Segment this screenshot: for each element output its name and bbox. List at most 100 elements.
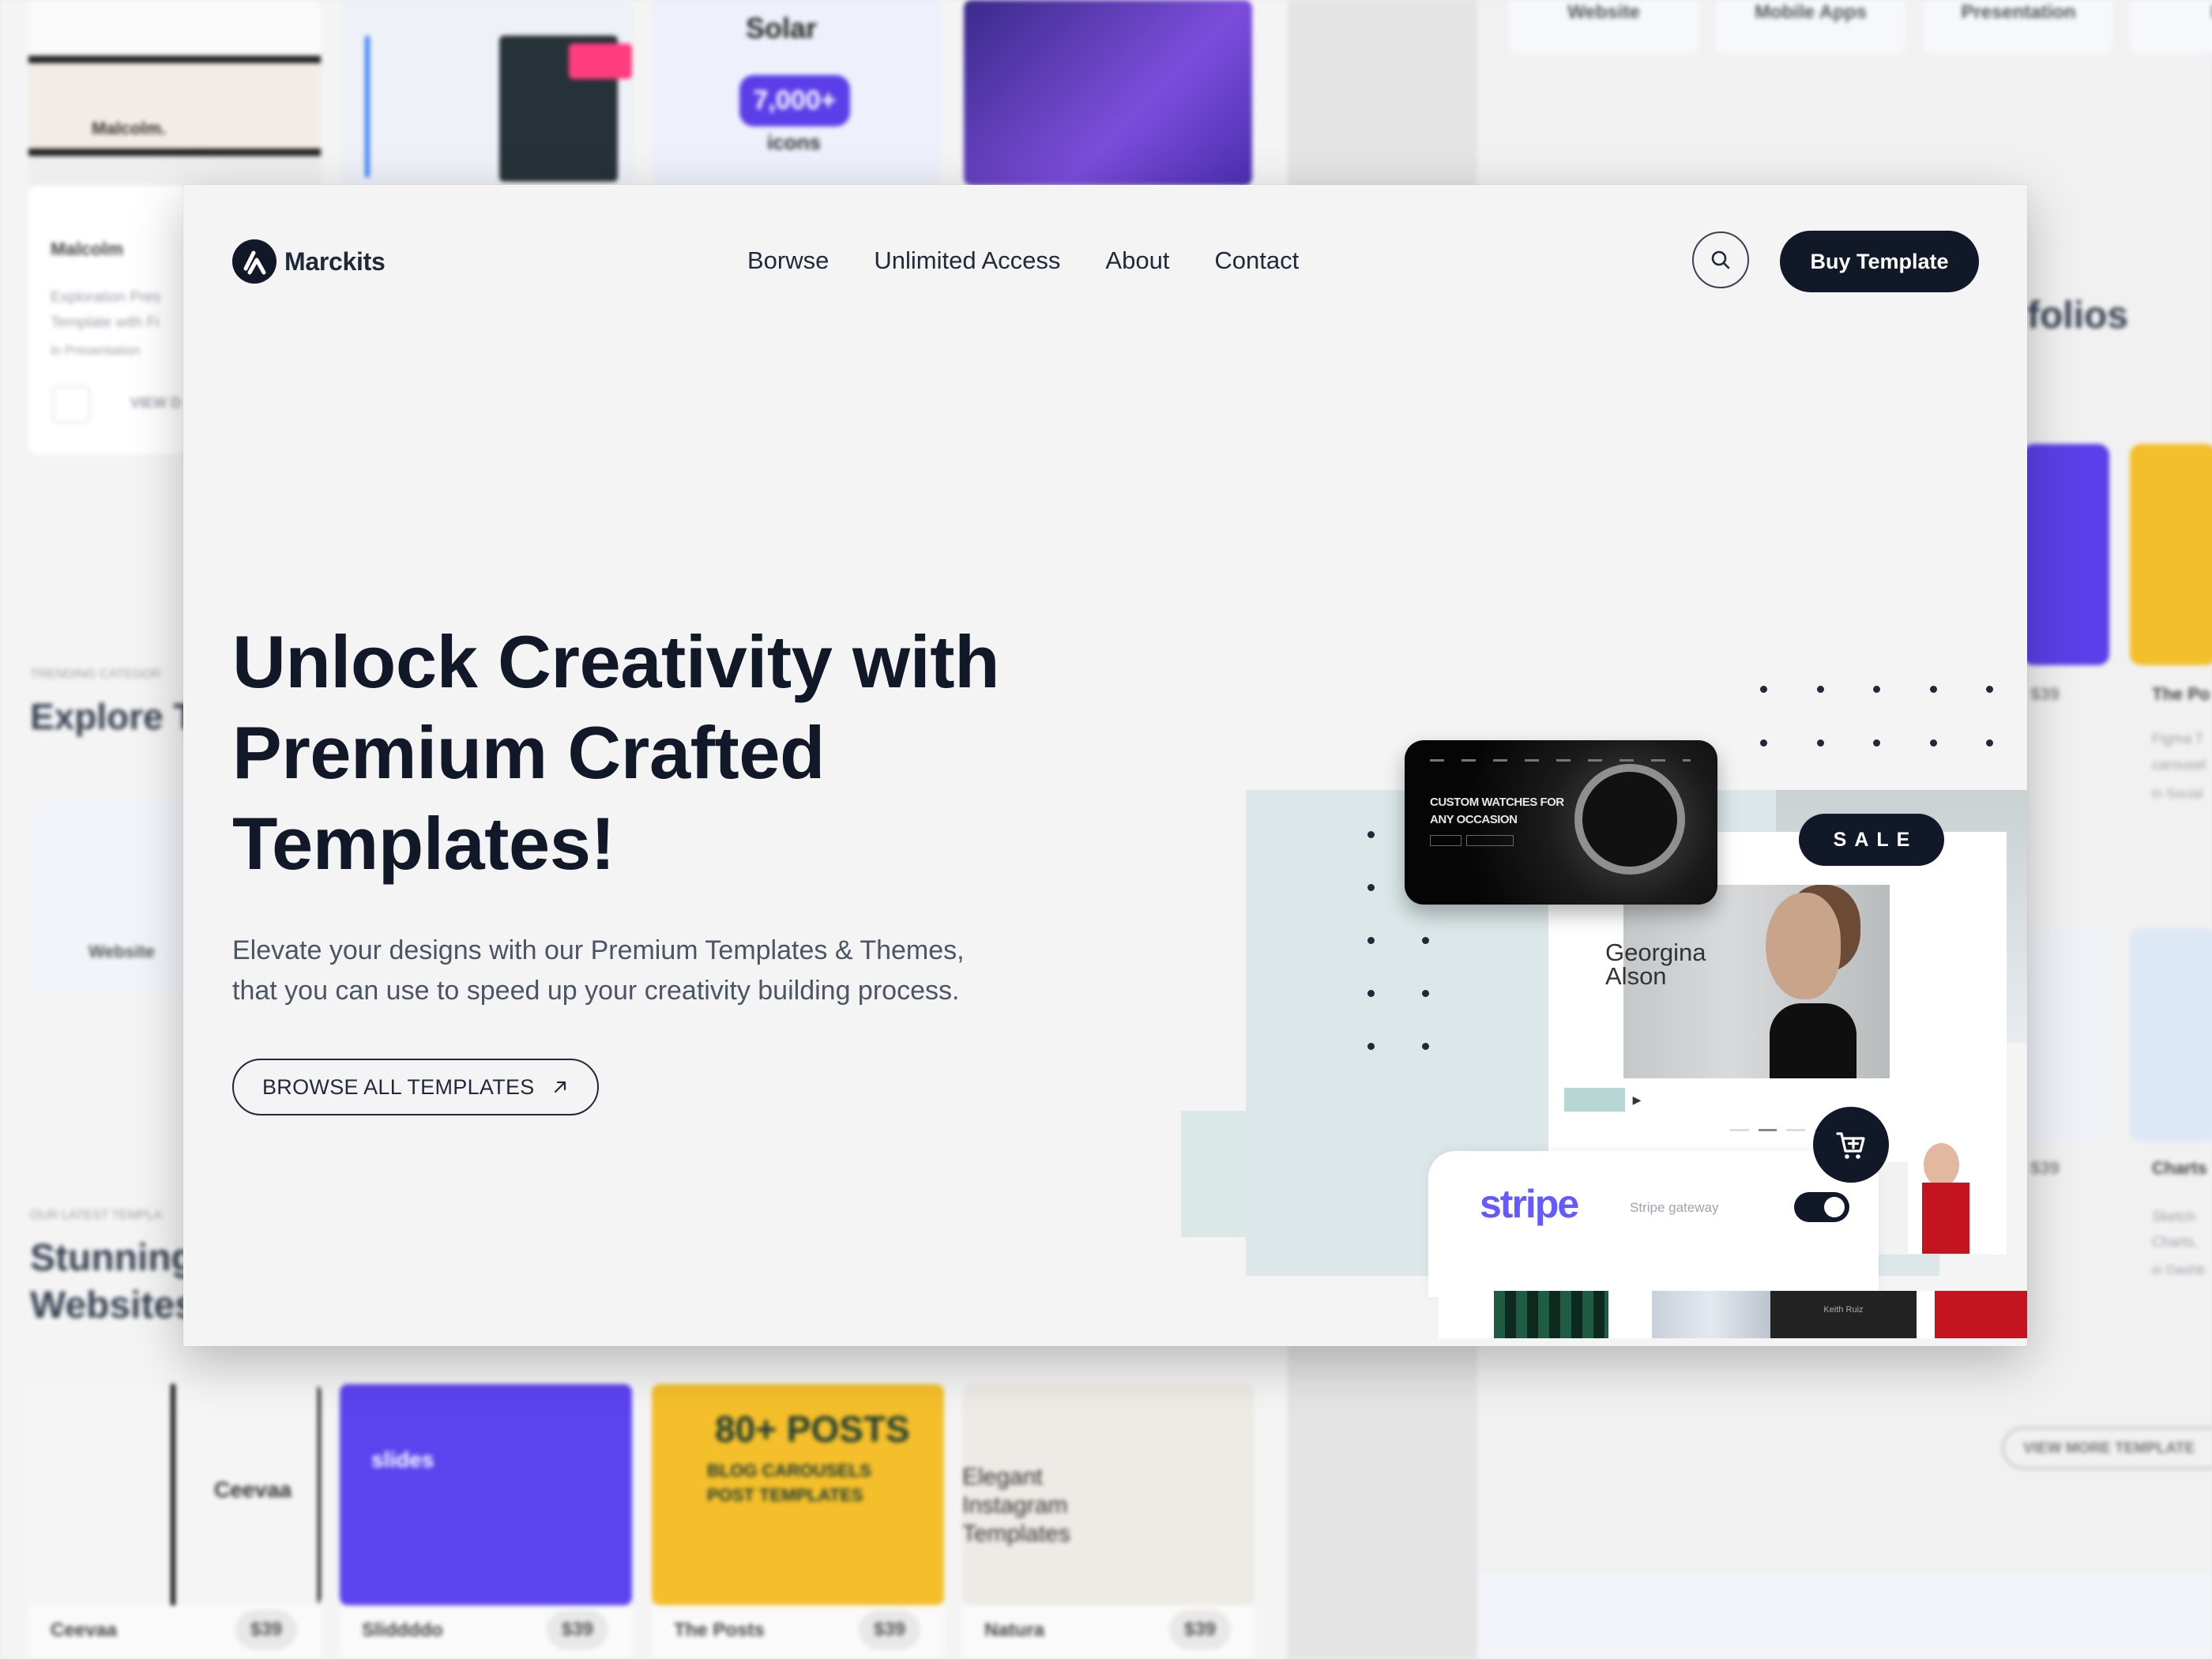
background-view-more-button: VIEW MORE TEMPLATE: [2002, 1427, 2212, 1469]
nav-links: Borwse Unlimited Access About Contact: [747, 246, 1299, 275]
watch-title-line: CUSTOM WATCHES FOR: [1430, 796, 1564, 809]
background-eyebrow: OUR LATEST TEMPLA: [30, 1209, 163, 1222]
hero-title-line: Templates!: [232, 802, 615, 885]
nav-link-contact[interactable]: Contact: [1214, 246, 1299, 275]
hero-subtitle: Elevate your designs with our Premium Te…: [232, 931, 1101, 1011]
background-heading: Explore T: [30, 696, 196, 737]
background-heading: folios: [2027, 295, 2128, 337]
background-card-desc: Template with Fi: [51, 314, 160, 331]
background-category-label: Website: [88, 942, 155, 961]
thumbnail-badge: 7,000+: [739, 75, 850, 126]
background-view-button: VIEW D: [130, 395, 182, 411]
thumbnail-mobile-app: [964, 0, 1252, 186]
stripe-toggle[interactable]: [1794, 1192, 1849, 1222]
nav-link-browse[interactable]: Borwse: [747, 246, 829, 275]
background-category-pill: Presentation: [1924, 0, 2113, 54]
product-strip: Keith Ruiz: [1439, 1291, 2027, 1338]
buy-template-button[interactable]: Buy Template: [1780, 231, 1979, 292]
product-thumb: [1652, 1291, 1770, 1338]
background-price: $39: [2030, 1158, 2060, 1178]
background-card-name: Sliddddo: [362, 1620, 443, 1641]
background-card-desc: Exploration Pres: [51, 289, 161, 306]
watch-site-card: CUSTOM WATCHES FOR ANY OCCASION: [1405, 740, 1717, 905]
watch-card-title: CUSTOM WATCHES FOR ANY OCCASION: [1430, 794, 1564, 829]
watch-card-nav: [1430, 759, 1691, 762]
thumbnail-solar-icons: Solar 7,000+ icons: [653, 0, 941, 186]
logo-mark-icon: [232, 239, 276, 284]
background-card-title: The Po: [2152, 684, 2210, 704]
cart-badge: [1813, 1107, 1889, 1183]
background-thumbnail-the-posts: 80+ POSTS BLOG CAROUSELS POST TEMPLATES: [652, 1384, 944, 1605]
hero-title-line: Unlock Creativity with: [232, 620, 1000, 703]
nav-link-about[interactable]: About: [1105, 246, 1169, 275]
sale-badge: SALE: [1799, 814, 1944, 866]
stripe-logo: stripe: [1480, 1182, 1579, 1226]
thumbnail-text: Elegant Instagram Templates: [962, 1464, 1070, 1547]
browse-button-label: BROWSE ALL TEMPLATES: [262, 1074, 535, 1099]
hero-subtitle-line: Elevate your designs with our Premium Te…: [232, 935, 965, 965]
stripe-gateway-card: stripe Stripe gateway: [1428, 1151, 1879, 1297]
background-footer: [1477, 1572, 2212, 1659]
background-category-pill: Website: [1509, 0, 1698, 54]
thumbnail-malcolm: Malcolm.: [28, 0, 321, 186]
pill-label: Mobile Apps: [1755, 2, 1867, 23]
thumbnail-text: Ceevaa: [214, 1477, 292, 1502]
thumbnail-text: Malcolm.: [92, 118, 167, 138]
background-price: $39: [2030, 684, 2060, 704]
background-card-category: in Social: [2152, 786, 2203, 801]
search-icon: [1711, 250, 1730, 269]
watch-title-line: ANY OCCASION: [1430, 813, 1518, 826]
background-price: $39: [547, 1610, 608, 1650]
background-category-pill: Ico: [2130, 0, 2212, 54]
thumbnail-text: 80+ POSTS: [715, 1409, 910, 1450]
background-eyebrow: TRENDING CATEGOR: [30, 668, 161, 681]
model-name-line: Alson: [1605, 962, 1667, 990]
background-card-footer: Ceevaa $39: [28, 1605, 321, 1659]
product-thumb: [1494, 1291, 1608, 1338]
product-thumb: [1935, 1291, 2027, 1338]
background-card-desc: Charts,: [2152, 1234, 2199, 1250]
background-price: $39: [1169, 1610, 1231, 1650]
hero-title: Unlock Creativity with Premium Crafted T…: [232, 616, 1101, 889]
background-thumbnail: [2130, 444, 2212, 665]
browse-all-templates-button[interactable]: BROWSE ALL TEMPLATES: [232, 1059, 599, 1115]
background-thumbnail-natura: Elegant Instagram Templates: [962, 1384, 1255, 1605]
background-thumbnail: [2130, 928, 2212, 1142]
brand-logo[interactable]: Marckits: [232, 239, 386, 284]
arrow-up-right-icon: [554, 1081, 566, 1093]
background-card-name: Ceevaa: [51, 1620, 118, 1641]
hero-window: Marckits Borwse Unlimited Access About C…: [183, 185, 2027, 1346]
background-card-name: Natura: [984, 1620, 1045, 1641]
hero-title-line: Premium Crafted: [232, 711, 825, 794]
brand-name: Marckits: [284, 246, 386, 276]
mockup-button: [1564, 1088, 1625, 1112]
background-thumbnail-sliddddo: slides: [340, 1384, 632, 1605]
cart-plus-icon: [1836, 1132, 1865, 1159]
product-thumb: Keith Ruiz: [1770, 1291, 1917, 1338]
background-price: $39: [859, 1610, 920, 1650]
background-card-name: The Posts: [674, 1620, 765, 1641]
thumbnail-text: BLOG CAROUSELS POST TEMPLATES: [707, 1461, 871, 1505]
search-button[interactable]: [1692, 231, 1749, 288]
background-price: $39: [235, 1610, 297, 1650]
background-thumbnail: [2022, 444, 2109, 665]
background-thumbnail-ceevaa: Ceevaa: [28, 1384, 321, 1605]
nav-link-unlimited-access[interactable]: Unlimited Access: [874, 246, 1060, 275]
background-heading: Stunning: [30, 1237, 194, 1279]
background-category-pill: Mobile Apps: [1716, 0, 1905, 54]
hero-subtitle-line: that you can use to speed up your creati…: [232, 976, 960, 1006]
background-card-desc: carousel: [2152, 757, 2206, 773]
pill-label: Website: [1567, 2, 1640, 23]
thumbnail-dashboard: [341, 0, 634, 186]
background-card-desc: Figma T: [2152, 731, 2204, 747]
background-thumbnail: [2022, 928, 2109, 1142]
toggle-knob: [1824, 1197, 1845, 1217]
background-card-footer: The Posts $39: [652, 1605, 944, 1659]
hero-illustration: MITALEN Georgina Alson ▶ CUSTOM WATCHES …: [1181, 493, 2027, 1338]
play-icon: ▶: [1625, 1088, 1649, 1112]
background-card-category: in Dashb: [2152, 1262, 2206, 1277]
thumbnail-text: slides: [371, 1447, 434, 1472]
background-card-footer: Natura $39: [962, 1605, 1255, 1659]
watch-card-buttons: [1430, 835, 1514, 846]
background-view-more-label: VIEW MORE TEMPLATE: [2023, 1440, 2195, 1457]
